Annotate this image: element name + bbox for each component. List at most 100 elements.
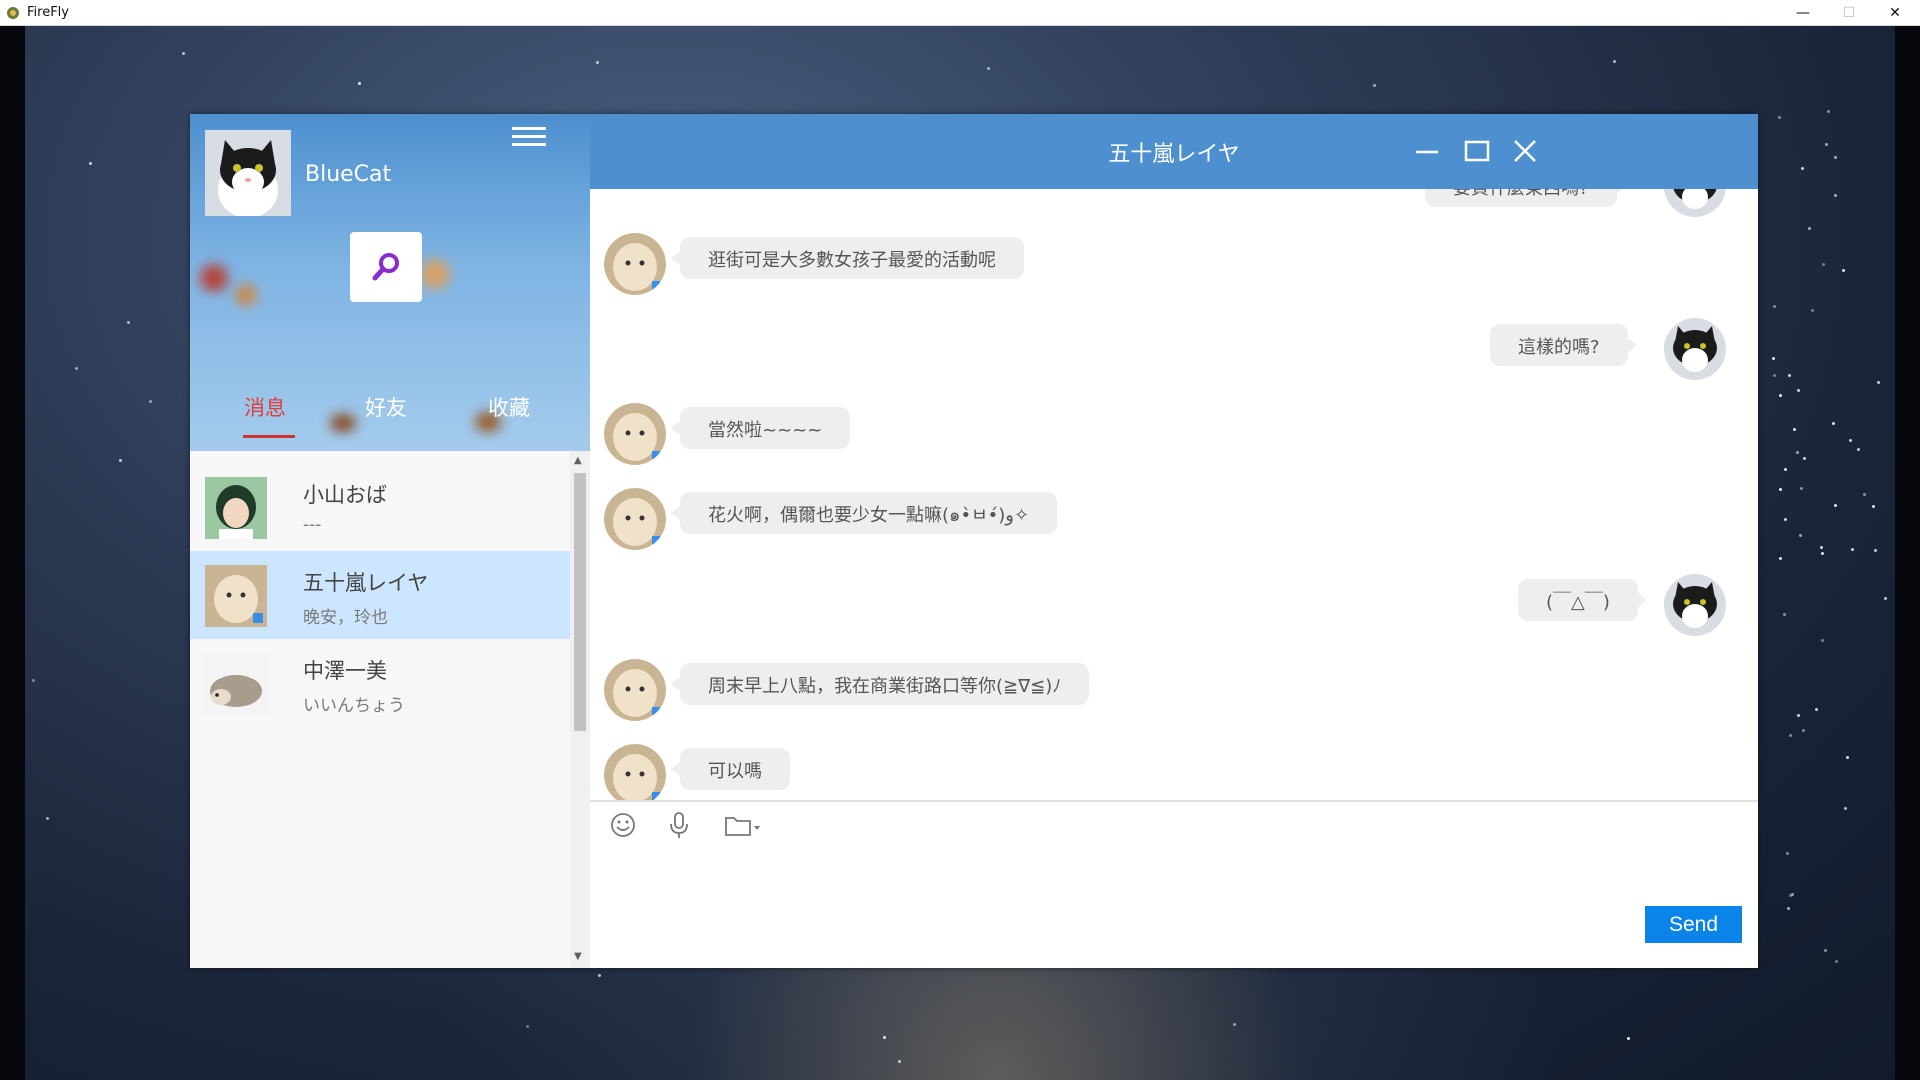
search-button[interactable] — [350, 232, 422, 302]
contact-name: 五十嵐レイヤ — [303, 571, 429, 595]
sidebar-header: BlueCat 消息 好友 收藏 — [190, 114, 590, 451]
close-icon[interactable] — [1508, 134, 1542, 168]
scroll-up-arrow-icon[interactable]: ▲ — [574, 455, 582, 466]
contact-preview: --- — [303, 515, 322, 535]
star-decoration — [1779, 556, 1783, 560]
tab-messages[interactable]: 消息 — [244, 392, 286, 422]
star-decoration — [1821, 262, 1825, 266]
star-decoration — [182, 51, 186, 55]
contact-preview: 晚安，玲也 — [303, 608, 388, 628]
tab-friends[interactable]: 好友 — [365, 392, 407, 422]
star-decoration — [1793, 427, 1797, 431]
contact-item-selected[interactable]: 五十嵐レイヤ 晚安，玲也 — [190, 551, 570, 639]
minimize-icon[interactable] — [1410, 134, 1444, 168]
scroll-down-arrow-icon[interactable]: ▼ — [574, 951, 582, 962]
outgoing-message-bubble: (￣△￣) — [1518, 579, 1647, 621]
os-window-title: FireFly — [27, 5, 69, 20]
my-message-avatar — [1664, 318, 1726, 380]
os-minimize-button[interactable]: — — [1780, 0, 1826, 26]
star-decoration — [357, 82, 361, 86]
contact-preview: いいんちょう — [303, 696, 405, 716]
flower-decoration — [330, 414, 356, 432]
star-decoration — [118, 458, 122, 462]
hamburger-menu-icon[interactable] — [512, 122, 548, 152]
sidebar: BlueCat 消息 好友 收藏 小山おば --- 五十嵐レイヤ 晚安，玲也 中… — [190, 114, 590, 968]
microphone-icon[interactable] — [664, 810, 694, 840]
star-decoration — [74, 366, 78, 370]
cat-avatar-icon — [205, 130, 291, 216]
contact-message-avatar — [604, 744, 666, 800]
star-decoration — [1796, 713, 1800, 717]
hedgehog-avatar — [205, 653, 267, 715]
send-button[interactable]: Send — [1645, 906, 1742, 943]
contact-item[interactable]: 中澤一美 いいんちょう — [190, 639, 570, 727]
my-message-avatar — [1664, 574, 1726, 636]
contact-message-avatar — [604, 659, 666, 721]
contact-name: 中澤一美 — [303, 659, 387, 683]
search-icon — [372, 253, 399, 281]
my-avatar[interactable] — [205, 130, 291, 216]
flower-decoration — [420, 259, 450, 289]
outgoing-message-bubble: 這樣的嗎? — [1490, 324, 1637, 366]
contact-message-avatar — [604, 233, 666, 295]
star-decoration — [1795, 451, 1799, 455]
contact-list-scrollbar[interactable]: ▲ ▼ — [570, 451, 590, 968]
star-decoration — [1796, 388, 1800, 392]
contact-list: 小山おば --- 五十嵐レイヤ 晚安，玲也 中澤一美 いいんちょう — [190, 451, 570, 968]
scroll-thumb[interactable] — [574, 473, 586, 731]
star-decoration — [986, 66, 990, 70]
outgoing-message-bubble: 要買什麼東西嗎? — [1425, 189, 1626, 207]
active-tab-indicator — [243, 435, 295, 438]
star-decoration — [45, 816, 49, 820]
contact-message-avatar — [604, 403, 666, 465]
star-decoration — [882, 1035, 886, 1039]
star-decoration — [1786, 906, 1790, 910]
flower-decoration — [200, 264, 228, 292]
chat-app-window: BlueCat 消息 好友 收藏 小山おば --- 五十嵐レイヤ 晚安，玲也 中… — [190, 114, 1758, 968]
star-decoration — [1785, 852, 1789, 856]
star-decoration — [1883, 596, 1887, 600]
star-decoration — [1833, 155, 1837, 159]
contact-item[interactable]: 小山おば --- — [190, 463, 570, 551]
incoming-message-bubble: 當然啦~~~~ — [670, 407, 851, 449]
contact-name: 小山おば — [303, 483, 387, 507]
chat-header: 五十嵐レイヤ — [590, 114, 1758, 189]
star-decoration — [1372, 83, 1376, 87]
desktop-right-edge — [1895, 26, 1920, 1080]
os-close-button[interactable]: ✕ — [1872, 0, 1918, 26]
folder-icon[interactable] — [723, 810, 765, 840]
star-decoration — [1773, 373, 1777, 377]
chat-panel: 五十嵐レイヤ 要買什麼東西嗎? 逛街可是大多數女孩子最愛的活動呢 這樣的嗎? 當… — [590, 114, 1758, 968]
alpaca-avatar — [205, 565, 267, 627]
incoming-message-bubble: 花火啊，偶爾也要少女一點嘛(๑•̀ㅂ•́)و✧ — [670, 492, 1058, 534]
maximize-icon[interactable] — [1460, 134, 1494, 168]
star-decoration — [1626, 1037, 1630, 1041]
emoji-icon[interactable] — [608, 810, 638, 840]
star-decoration — [1798, 534, 1802, 538]
star-decoration — [595, 60, 599, 64]
message-list: 要買什麼東西嗎? 逛街可是大多數女孩子最愛的活動呢 這樣的嗎? 當然啦~~~~ … — [590, 189, 1758, 800]
star-decoration — [31, 678, 35, 682]
star-decoration — [1802, 457, 1806, 461]
my-message-avatar — [1664, 189, 1726, 217]
star-decoration — [526, 1024, 530, 1028]
flower-decoration — [235, 284, 257, 306]
os-maximize-button[interactable]: ☐ — [1826, 0, 1872, 26]
incoming-message-bubble: 逛街可是大多數女孩子最愛的活動呢 — [671, 237, 1024, 279]
tab-favorites[interactable]: 收藏 — [488, 392, 530, 422]
star-decoration — [126, 320, 130, 324]
star-decoration — [1820, 639, 1824, 643]
incoming-message-bubble: 周末早上八點，我在商業街路口等你(≧∇≦)ﾉ — [670, 663, 1090, 705]
star-decoration — [1772, 305, 1776, 309]
star-decoration — [1807, 226, 1811, 230]
girl-avatar — [205, 477, 267, 539]
star-decoration — [1843, 807, 1847, 811]
incoming-message-bubble: 可以嗎 — [671, 748, 790, 790]
chat-title: 五十嵐レイヤ — [1108, 142, 1240, 167]
star-decoration — [1778, 487, 1782, 491]
os-titlebar: FireFly — ☐ ✕ — [0, 0, 1920, 26]
desktop-left-edge — [0, 26, 25, 1080]
star-decoration — [1787, 373, 1791, 377]
star-decoration — [1850, 547, 1854, 551]
message-composer[interactable]: Send — [590, 800, 1758, 968]
